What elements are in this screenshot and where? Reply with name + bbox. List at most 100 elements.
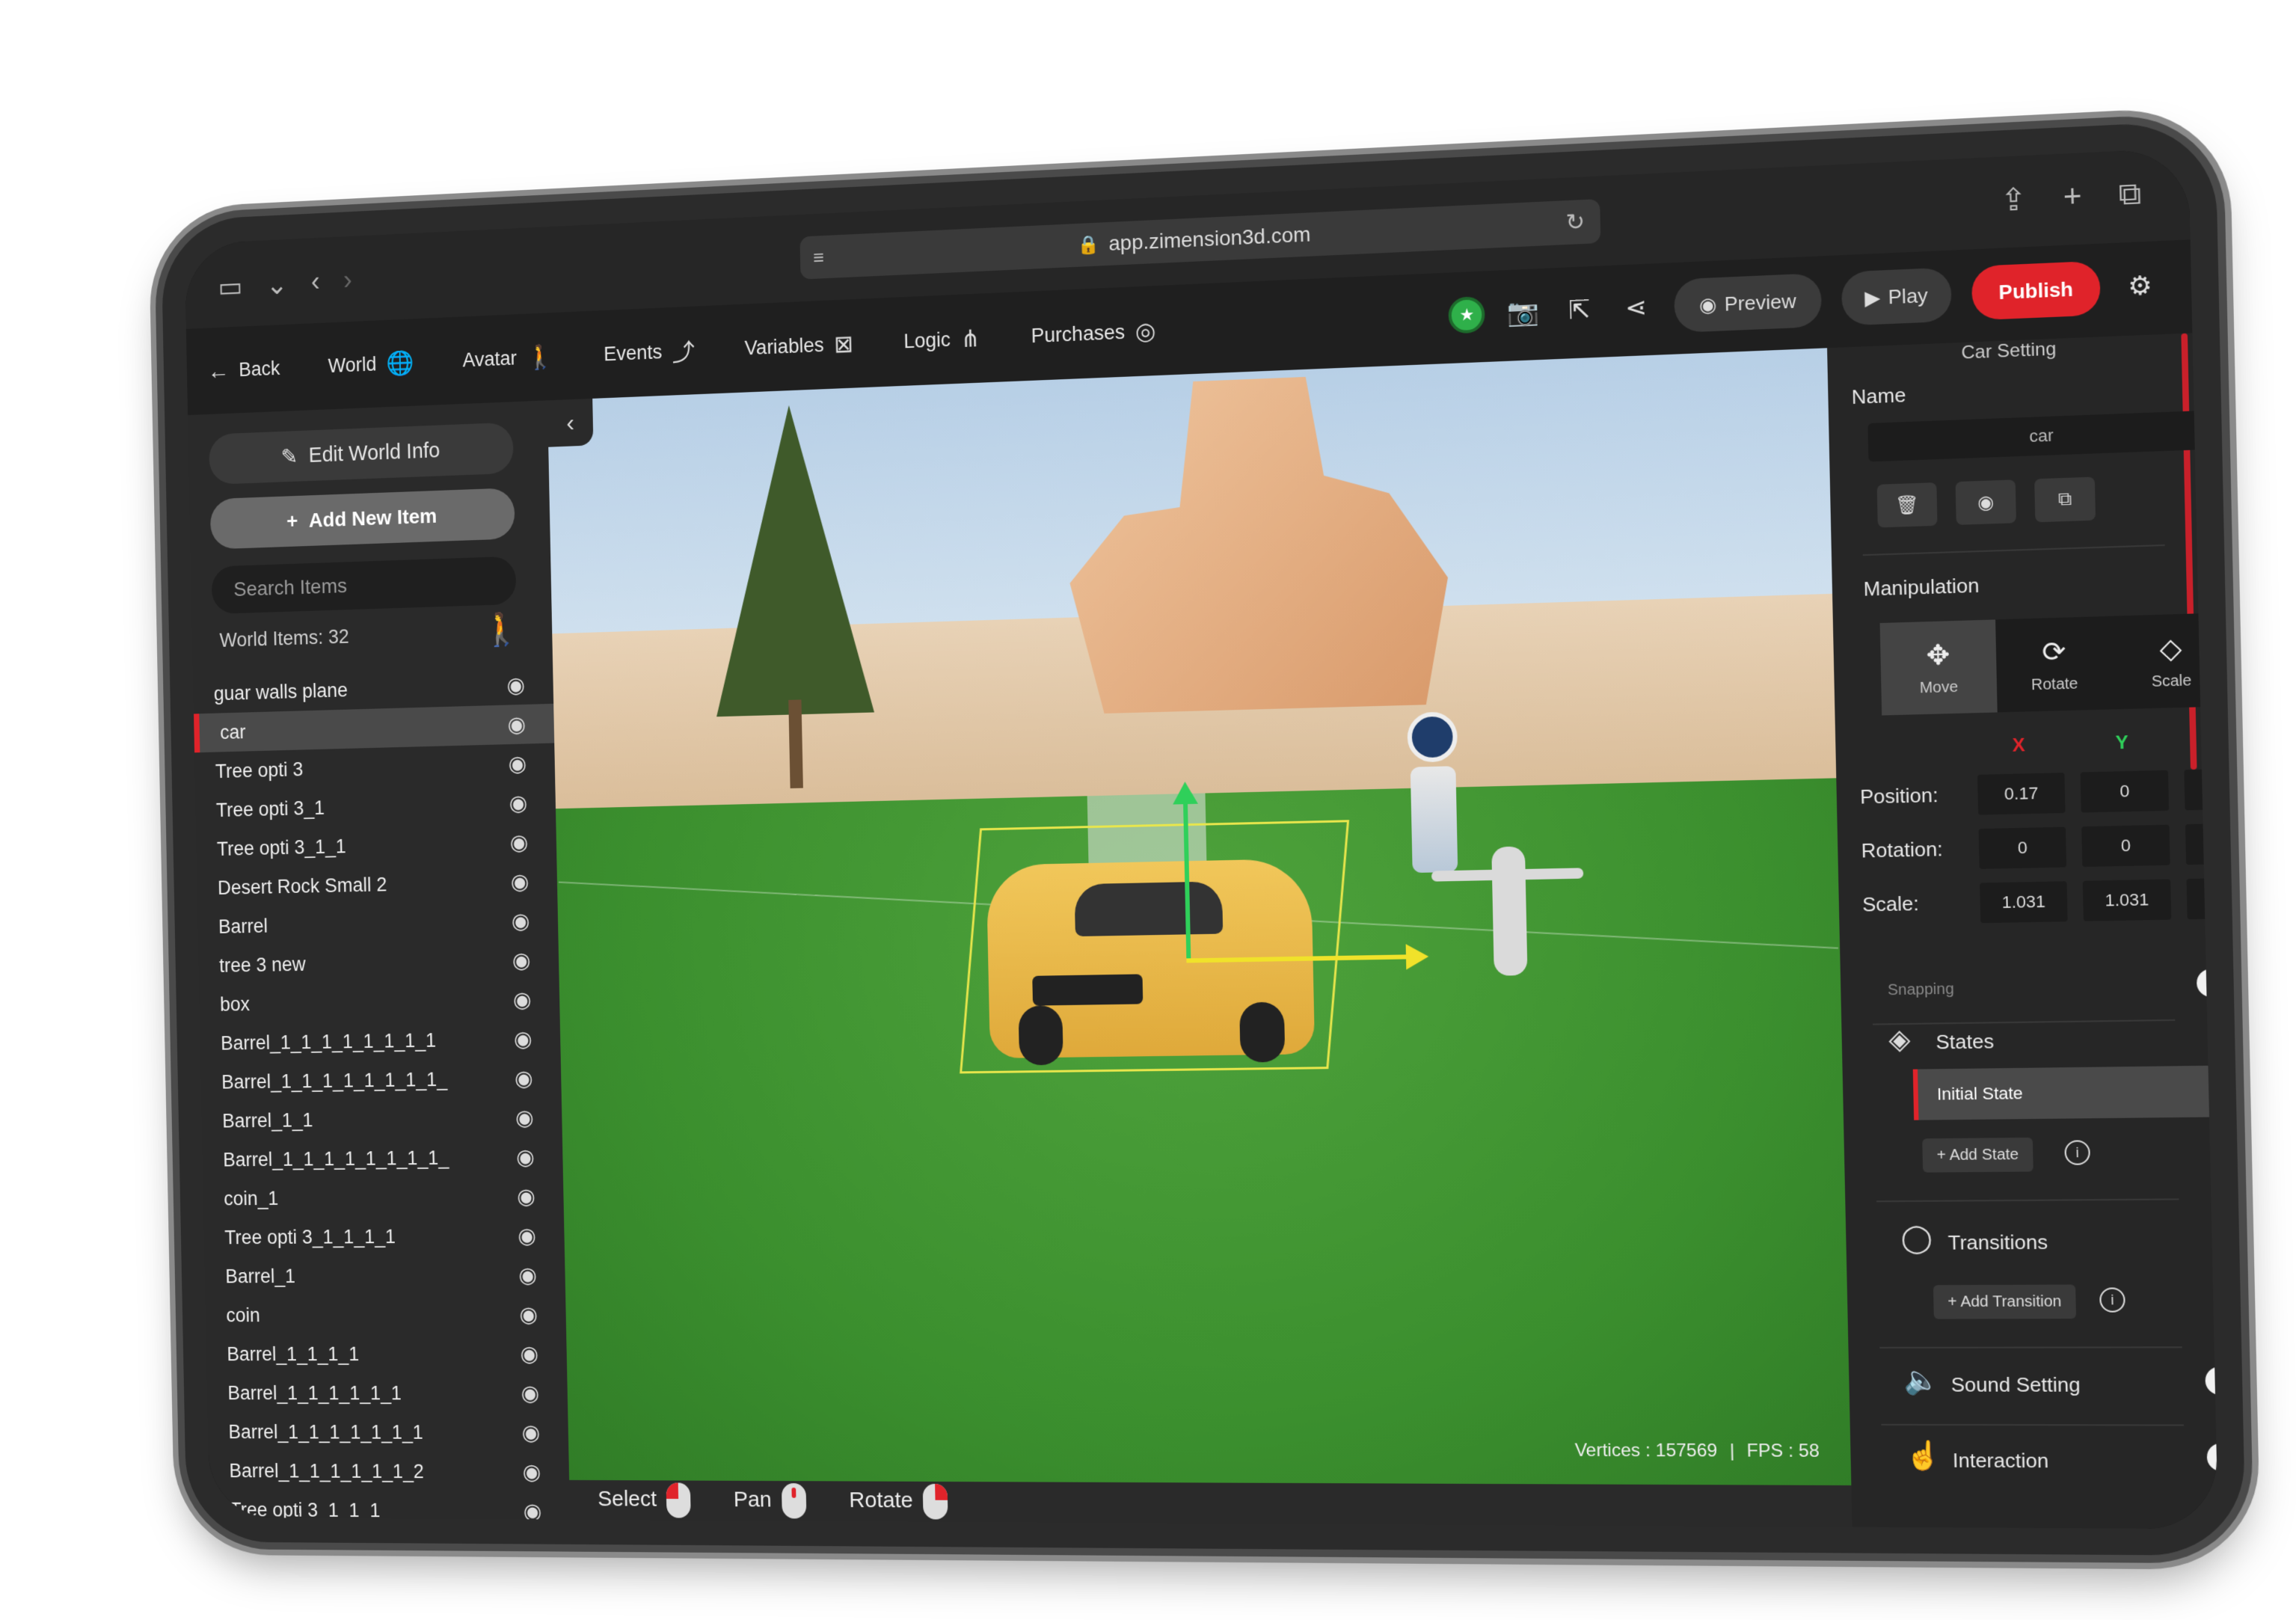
tabs-overview-icon[interactable]: ⧉ — [2118, 177, 2142, 213]
publish-button[interactable]: Publish — [1971, 260, 2101, 321]
list-item[interactable]: Barrel_1_1 ◉ — [201, 1098, 562, 1141]
eye-icon[interactable]: ◉ — [518, 1223, 536, 1248]
rotation-z-field[interactable]: 0 — [2185, 822, 2218, 865]
sidebar-toggle-icon[interactable]: ▭ — [218, 270, 243, 304]
move-icon: ✥ — [1926, 638, 1950, 671]
back-arrow-icon[interactable]: ‹ — [311, 267, 321, 300]
search-input[interactable] — [211, 556, 517, 615]
list-item[interactable]: Barrel ◉ — [197, 900, 558, 947]
share-icon[interactable]: ⇪ — [2000, 182, 2027, 218]
scale-tool-button[interactable]: ◇ Scale — [2111, 613, 2218, 709]
rotation-x-field[interactable]: 0 — [1978, 826, 2067, 869]
external-link-icon[interactable]: ⇱ — [1561, 291, 1598, 329]
collapse-panel-button[interactable]: ‹ — [547, 398, 594, 447]
snapping-toggle[interactable] — [2196, 968, 2218, 998]
nav-events[interactable]: Events ⤴ — [604, 334, 696, 371]
rotation-y-field[interactable]: 0 — [2081, 824, 2170, 868]
sound-setting-toggle[interactable] — [2205, 1366, 2218, 1395]
chevron-down-icon[interactable]: ⌄ — [265, 269, 288, 302]
delete-button[interactable]: 🗑 — [1876, 482, 1938, 528]
list-item[interactable]: Barrel_1_1_1_1_1_1_1_1_ ◉ — [200, 1058, 561, 1102]
list-item[interactable]: tree 3 new ◉ — [198, 940, 559, 986]
eye-icon[interactable]: ◉ — [523, 1499, 541, 1524]
visibility-button[interactable]: ◉ — [1955, 479, 2016, 525]
scale-y-field[interactable]: 1.031 — [2082, 879, 2172, 921]
edit-world-info-button[interactable]: ✎ Edit World Info — [208, 422, 515, 485]
list-item[interactable]: Barrel_1 ◉ — [204, 1255, 565, 1295]
info-icon[interactable]: i — [2099, 1287, 2125, 1313]
eye-icon[interactable]: ◉ — [515, 1105, 534, 1130]
nav-purchases[interactable]: Purchases ◎ — [1031, 316, 1156, 350]
add-transition-button[interactable]: + Add Transition — [1933, 1284, 2077, 1319]
eye-icon[interactable]: ◉ — [512, 908, 530, 934]
eye-icon[interactable]: ◉ — [520, 1341, 538, 1366]
nav-avatar[interactable]: Avatar 🚶 — [462, 343, 555, 374]
eye-icon[interactable]: ◉ — [515, 1066, 533, 1091]
nav-variables[interactable]: Variables ⊠ — [744, 330, 853, 363]
eye-icon[interactable]: ◉ — [522, 1459, 541, 1485]
position-z-field[interactable]: 4.17 — [2184, 767, 2218, 811]
nav-logic[interactable]: Logic ⋔ — [903, 324, 980, 355]
eye-icon[interactable]: ◉ — [509, 790, 527, 816]
list-item[interactable]: Barrel_1_1_1_1_1_1_1_1 ◉ — [200, 1019, 560, 1063]
url-bar[interactable]: ≡ 🔒 app.zimension3d.com ↻ — [799, 198, 1601, 280]
list-item[interactable]: Barrel_1_1_1_1_1_1_1 ◉ — [208, 1412, 569, 1452]
eye-icon[interactable]: ◉ — [521, 1420, 540, 1445]
list-item[interactable]: Barrel_1_1_1_1_1_1_1_1_ ◉ — [202, 1137, 563, 1179]
eye-icon[interactable]: ◉ — [513, 987, 532, 1012]
list-item[interactable]: coin ◉ — [206, 1295, 567, 1335]
list-item-label: Desert Rock Small 2 — [217, 873, 387, 899]
name-field[interactable]: car — [1867, 410, 2217, 462]
list-item[interactable]: Barrel_1_1_1_1 ◉ — [206, 1334, 568, 1374]
interaction-toggle[interactable] — [2206, 1443, 2218, 1472]
person-icon[interactable]: 🚶 — [482, 610, 521, 648]
page-settings-icon[interactable]: ≡ — [813, 245, 824, 269]
position-x-field[interactable]: 0.17 — [1977, 773, 2066, 815]
eye-icon[interactable]: ◉ — [508, 751, 527, 777]
scale-x-field[interactable]: 1.031 — [1980, 881, 2068, 924]
reload-icon[interactable]: ↻ — [1565, 209, 1585, 236]
scale-z-field[interactable]: 1.031 — [2186, 877, 2218, 920]
eye-icon[interactable]: ◉ — [514, 1026, 532, 1052]
add-state-button[interactable]: + Add State — [1922, 1137, 2033, 1173]
list-item[interactable]: Barrel_1_1_1_1_1_1 ◉ — [207, 1373, 568, 1413]
list-item[interactable]: Tree opti 3_1_1_1 ◉ — [209, 1490, 571, 1529]
eye-icon[interactable]: ◉ — [518, 1262, 537, 1288]
select-hint: Select — [598, 1482, 692, 1518]
move-tool-button[interactable]: ✥ Move — [1879, 619, 1998, 716]
back-button[interactable]: ← Back — [207, 355, 280, 384]
preview-button[interactable]: ◉ Preview — [1674, 272, 1822, 334]
eye-icon[interactable]: ◉ — [509, 829, 528, 856]
camera-icon[interactable]: 📷 — [1505, 294, 1542, 332]
position-y-field[interactable]: 0 — [2080, 770, 2170, 813]
eye-icon[interactable]: ◉ — [511, 869, 530, 895]
gear-icon[interactable]: ⚙ — [2120, 267, 2159, 306]
eye-icon[interactable]: ◉ — [512, 948, 531, 974]
list-item[interactable]: Desert Rock Small 2 ◉ — [197, 861, 557, 907]
eye-icon[interactable]: ◉ — [519, 1301, 538, 1327]
3d-viewport[interactable]: Vertices : 157569 | FPS : 58 — [547, 348, 1852, 1486]
eye-icon[interactable]: ◉ — [521, 1381, 539, 1406]
initial-state-row[interactable]: Initial State — [1912, 1064, 2218, 1120]
duplicate-button[interactable]: ⧉ — [2034, 476, 2096, 523]
manipulation-title: Manipulation — [1863, 574, 1980, 601]
list-item[interactable]: Barrel_1_1_1_1_1_1_2 ◉ — [209, 1451, 570, 1491]
eye-icon[interactable]: ◉ — [507, 711, 526, 737]
eye-icon[interactable]: ◉ — [516, 1144, 535, 1170]
play-button[interactable]: ▶ Play — [1841, 267, 1953, 326]
new-tab-icon[interactable]: + — [2063, 180, 2082, 216]
url-text: app.zimension3d.com — [1108, 222, 1311, 255]
list-item[interactable]: Tree opti 3_1_1_1_1 ◉ — [203, 1216, 565, 1257]
list-item[interactable]: box ◉ — [199, 979, 559, 1024]
add-new-item-button[interactable]: + Add New Item — [209, 488, 515, 550]
eye-icon[interactable]: ◉ — [506, 672, 525, 699]
info-icon[interactable]: i — [2064, 1140, 2091, 1165]
status-badge-icon[interactable]: ★ — [1448, 295, 1486, 334]
share-nodes-icon[interactable]: ⋖ — [1618, 289, 1655, 327]
forward-arrow-icon[interactable]: › — [343, 266, 353, 298]
rotate-tool-button[interactable]: ⟳ Rotate — [1995, 616, 2114, 713]
list-item[interactable]: coin_1 ◉ — [203, 1176, 564, 1218]
nav-world[interactable]: World 🌐 — [328, 349, 414, 380]
layers-icon: ◈ — [1888, 1022, 1911, 1055]
eye-icon[interactable]: ◉ — [517, 1183, 535, 1209]
